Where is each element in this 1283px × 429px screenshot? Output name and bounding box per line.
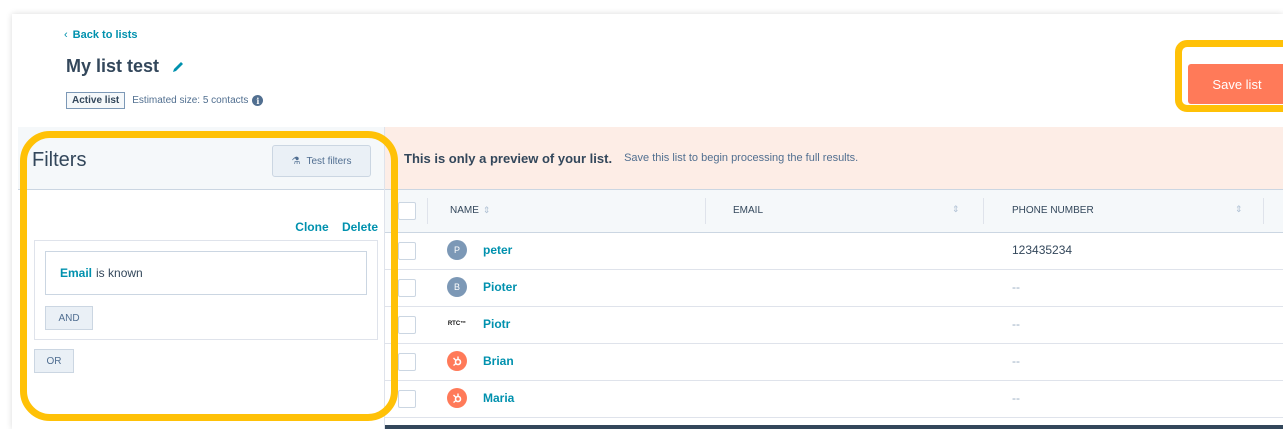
contact-name-link[interactable]: Brian bbox=[483, 354, 514, 368]
row-checkbox[interactable] bbox=[398, 242, 416, 260]
column-divider bbox=[983, 198, 984, 224]
banner-text: Save this list to begin processing the f… bbox=[624, 152, 859, 164]
column-name-label: NAME bbox=[450, 205, 479, 216]
hubspot-icon bbox=[447, 388, 467, 408]
row-checkbox[interactable] bbox=[398, 390, 416, 408]
column-header-phone[interactable]: PHONE NUMBER bbox=[1012, 205, 1094, 216]
back-to-lists-link[interactable]: ‹ Back to lists bbox=[64, 29, 137, 41]
status-badge: Active list bbox=[66, 92, 126, 109]
preview-banner: This is only a preview of your list. Sav… bbox=[385, 127, 1283, 189]
contact-name-link[interactable]: Maria bbox=[483, 391, 514, 405]
contact-phone: -- bbox=[1012, 391, 1020, 405]
contact-name-link[interactable]: peter bbox=[483, 243, 512, 257]
contact-name-link[interactable]: Pioter bbox=[483, 280, 517, 294]
info-icon[interactable]: i bbox=[252, 95, 264, 106]
table-row: RTC™ Piotr -- bbox=[385, 306, 1283, 344]
row-checkbox[interactable] bbox=[398, 316, 416, 334]
table-row: Brian -- bbox=[385, 343, 1283, 381]
estimated-size: Estimated size: 5 contacts bbox=[132, 95, 249, 106]
sort-icon[interactable]: ⇕ bbox=[1235, 204, 1243, 215]
column-divider bbox=[427, 198, 428, 224]
hubspot-icon bbox=[447, 351, 467, 371]
save-highlight-annotation bbox=[1175, 40, 1283, 112]
column-divider bbox=[1263, 198, 1264, 224]
banner-heading: This is only a preview of your list. bbox=[404, 150, 613, 166]
pencil-icon[interactable] bbox=[171, 60, 185, 74]
list-meta: Active list Estimated size: 5 contacts i bbox=[66, 92, 264, 109]
contact-name-link[interactable]: Piotr bbox=[483, 317, 510, 331]
column-divider bbox=[705, 198, 706, 224]
column-header-email[interactable]: EMAIL bbox=[733, 205, 763, 216]
contact-phone: -- bbox=[1012, 317, 1020, 331]
column-header-name[interactable]: NAME ⇕ bbox=[450, 205, 490, 216]
contact-phone: 123435234 bbox=[1012, 243, 1073, 257]
row-checkbox[interactable] bbox=[398, 279, 416, 297]
contact-phone: -- bbox=[1012, 280, 1020, 294]
chevron-left-icon: ‹ bbox=[64, 29, 68, 41]
sort-icon[interactable]: ⇕ bbox=[483, 205, 491, 215]
title-row: My list test bbox=[66, 56, 185, 77]
row-checkbox[interactable] bbox=[398, 353, 416, 371]
company-logo: RTC™ bbox=[447, 321, 467, 327]
page-title: My list test bbox=[66, 56, 160, 76]
sort-icon[interactable]: ⇕ bbox=[952, 204, 960, 215]
table-row: Maria -- bbox=[385, 380, 1283, 418]
preview-panel: This is only a preview of your list. Sav… bbox=[385, 127, 1283, 429]
table-header: NAME ⇕ EMAIL ⇕ PHONE NUMBER ⇕ bbox=[385, 189, 1283, 233]
table-row: B Pioter -- bbox=[385, 269, 1283, 307]
table-row: Ppeter 123435234 bbox=[385, 232, 1283, 270]
list-editor: ‹ Back to lists My list test Active list … bbox=[12, 14, 1283, 429]
horizontal-scrollbar[interactable] bbox=[385, 425, 1283, 429]
filters-highlight-annotation bbox=[20, 131, 398, 421]
contact-phone: -- bbox=[1012, 354, 1020, 368]
avatar: B bbox=[447, 277, 467, 297]
avatar: P bbox=[447, 240, 467, 260]
select-all-checkbox[interactable] bbox=[398, 202, 416, 220]
back-link-label: Back to lists bbox=[72, 29, 138, 41]
